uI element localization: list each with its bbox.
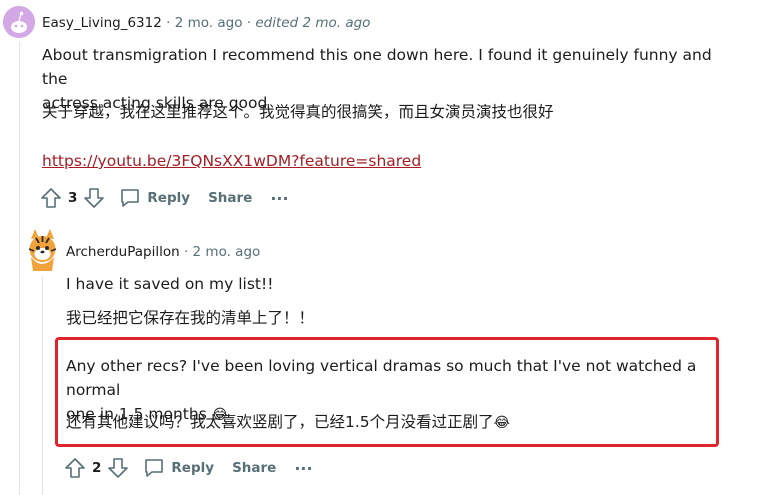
comment-text-line: About transmigration I recommend this on… (42, 46, 712, 88)
vote-count: 2 (92, 460, 102, 476)
edited-label: edited 2 mo. ago (255, 15, 371, 31)
avatar[interactable] (26, 227, 59, 271)
timestamp[interactable]: 2 mo. ago (193, 244, 261, 260)
more-options-icon[interactable]: ··· (294, 459, 312, 478)
thread-line-1[interactable] (19, 42, 20, 495)
tiger-avatar-icon (28, 229, 57, 271)
comment-meta: Easy_Living_6312 · 2 mo. ago · edited 2 … (42, 15, 370, 31)
upvote-icon[interactable] (64, 457, 86, 479)
reply-label: Reply (171, 460, 215, 476)
vote-count: 3 (68, 190, 78, 206)
comment-actions: 2 Reply Share ··· (64, 455, 313, 481)
reply-button[interactable]: Reply (143, 457, 214, 479)
avatar[interactable] (3, 6, 35, 38)
reply-label: Reply (147, 190, 191, 206)
highlight-box (55, 337, 719, 447)
comment-bubble-icon (121, 189, 140, 207)
separator: · (166, 15, 171, 31)
more-options-icon[interactable]: ··· (270, 189, 288, 208)
username[interactable]: ArcherduPapillon (66, 244, 180, 260)
youtube-link[interactable]: https://youtu.be/3FQNsXX1wDM?feature=sha… (42, 149, 421, 173)
comment-text-chinese: 我已经把它保存在我的清单上了！！ (66, 309, 315, 327)
upvote-icon[interactable] (40, 187, 62, 209)
share-button[interactable]: Share (208, 190, 252, 206)
separator: · (183, 244, 189, 260)
separator: · (246, 15, 252, 31)
timestamp[interactable]: 2 mo. ago (175, 15, 243, 31)
username[interactable]: Easy_Living_6312 (42, 15, 162, 31)
snoo-avatar-icon (3, 6, 35, 38)
comment-text-line: I have it saved on my list!! (66, 275, 274, 293)
share-button[interactable]: Share (232, 460, 276, 476)
reply-button[interactable]: Reply (119, 187, 190, 209)
comment-bubble-icon (145, 459, 164, 477)
downvote-icon[interactable] (83, 187, 105, 209)
comment-text-chinese: 关于穿越，我在这里推荐这个。我觉得真的很搞笑，而且女演员演技也很好 (42, 103, 554, 121)
comment-meta: ArcherduPapillon · 2 mo. ago (66, 244, 260, 260)
thread-line-2[interactable] (42, 276, 43, 495)
downvote-icon[interactable] (107, 457, 129, 479)
comment-actions: 3 Reply Share ··· (40, 185, 289, 211)
